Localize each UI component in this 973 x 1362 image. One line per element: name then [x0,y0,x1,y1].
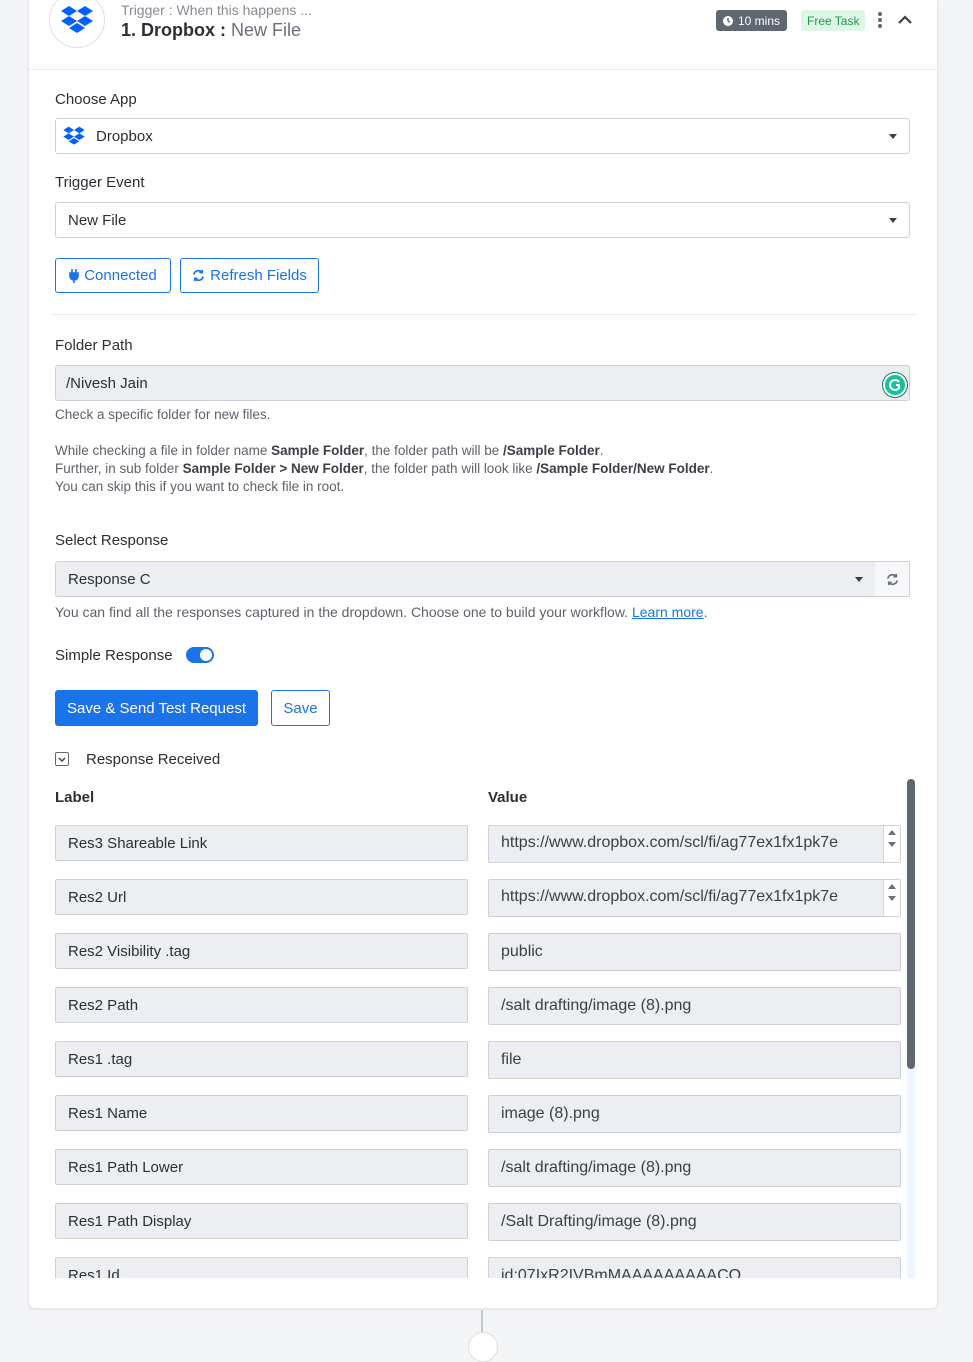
response-value-field[interactable]: /Salt Drafting/image (8).png [488,1203,901,1241]
grammarly-icon[interactable] [883,373,907,397]
select-response-help: You can find all the responses captured … [55,604,708,620]
step-event-name: New File [231,20,302,40]
refresh-icon [886,573,898,585]
dropbox-icon [63,126,85,145]
connected-label: Connected [84,267,157,284]
table-row: Res1 Id id:07IxR2IVBmMAAAAAAAAACQ [29,1252,937,1278]
response-label-field[interactable]: Res1 Name [55,1095,468,1131]
response-label-field[interactable]: Res1 .tag [55,1041,468,1077]
response-value-field[interactable]: public [488,933,901,971]
select-response-label: Select Response [55,532,169,549]
table-row: Res2 Url https://www.dropbox.com/scl/fi/… [29,874,937,928]
table-row: Res2 Path /salt drafting/image (8).png [29,982,937,1036]
more-options-icon[interactable] [875,11,885,31]
simple-response-label: Simple Response [55,647,173,664]
response-label-field[interactable]: Res1 Path Lower [55,1149,468,1185]
caret-down-icon [889,218,897,223]
response-value-field[interactable]: image (8).png [488,1095,901,1133]
response-label-field[interactable]: Res3 Shareable Link [55,825,468,861]
table-row: Res3 Shareable Link https://www.dropbox.… [29,820,937,874]
trigger-step-card: Trigger : When this happens ... 1. Dropb… [28,0,938,1309]
folder-path-value: /Nivesh Jain [66,374,148,392]
refresh-icon [193,269,205,282]
duration-text: 10 mins [738,13,781,28]
section-divider [51,314,917,315]
table-row: Res1 .tag file [29,1036,937,1090]
refresh-fields-label: Refresh Fields [210,267,307,284]
stepper-arrows-icon[interactable] [883,826,900,862]
column-header-label: Label [55,789,95,806]
plug-icon [69,268,80,283]
dropbox-logo-icon [49,0,105,48]
table-row: Res1 Name image (8).png [29,1090,937,1144]
caret-down-icon [855,577,863,582]
clock-icon [723,15,733,26]
table-row: Res1 Path Display /Salt Drafting/image (… [29,1198,937,1252]
folder-path-input[interactable]: /Nivesh Jain [55,365,910,401]
trigger-caption: Trigger : When this happens ... [121,2,312,18]
trigger-event-label: Trigger Event [55,174,145,191]
refresh-fields-button[interactable]: Refresh Fields [180,258,319,293]
chevron-down-icon [58,757,66,763]
choose-app-value: Dropbox [96,127,153,145]
folder-path-example-2: Further, in sub folder Sample Folder > N… [55,461,714,476]
free-task-badge: Free Task [801,10,866,31]
add-step-button[interactable] [468,1332,498,1362]
folder-path-example-1: While checking a file in folder name Sam… [55,443,604,458]
step-title: 1. Dropbox : New File [121,20,301,41]
save-button[interactable]: Save [271,690,330,726]
chevron-up-icon[interactable] [895,10,915,30]
response-fields-list: Res3 Shareable Link https://www.dropbox.… [29,820,937,1278]
response-received-label: Response Received [86,751,221,768]
response-received-toggle[interactable] [55,752,69,766]
folder-path-root-note: You can skip this if you want to check f… [55,479,345,494]
select-response-value: Response C [68,570,151,588]
response-value-field[interactable]: /salt drafting/image (8).png [488,987,901,1025]
response-label-field[interactable]: Res2 Url [55,879,468,915]
step-header[interactable]: Trigger : When this happens ... 1. Dropb… [29,0,937,70]
response-value-field[interactable]: id:07IxR2IVBmMAAAAAAAAACQ [488,1257,901,1278]
table-row: Res1 Path Lower /salt drafting/image (8)… [29,1144,937,1198]
save-send-test-button[interactable]: Save & Send Test Request [55,690,258,726]
duration-badge: 10 mins [716,10,788,31]
response-value-field[interactable]: https://www.dropbox.com/scl/fi/ag77ex1fx… [488,879,901,917]
caret-down-icon [889,134,897,139]
simple-response-toggle[interactable] [186,647,214,663]
stepper-arrows-icon[interactable] [883,880,900,916]
response-label-field[interactable]: Res1 Path Display [55,1203,468,1239]
column-header-value: Value [488,789,528,806]
learn-more-link[interactable]: Learn more [632,604,704,620]
trigger-event-value: New File [68,211,127,229]
response-label-field[interactable]: Res2 Visibility .tag [55,933,468,969]
connected-button[interactable]: Connected [55,258,171,293]
folder-path-help: Check a specific folder for new files. [55,407,271,422]
select-response-dropdown[interactable]: Response C [55,561,876,597]
table-row: Res2 Visibility .tag public [29,928,937,982]
response-value-field[interactable]: https://www.dropbox.com/scl/fi/ag77ex1fx… [488,825,901,863]
refresh-responses-button[interactable] [875,561,910,597]
trigger-event-select[interactable]: New File [55,202,910,238]
response-value-field[interactable]: file [488,1041,901,1079]
step-app-name: 1. Dropbox : [121,20,232,40]
folder-path-label: Folder Path [55,337,133,354]
response-label-field[interactable]: Res1 Id [55,1257,468,1278]
choose-app-label: Choose App [55,91,137,108]
response-label-field[interactable]: Res2 Path [55,987,468,1023]
response-value-field[interactable]: /salt drafting/image (8).png [488,1149,901,1187]
choose-app-select[interactable]: Dropbox [55,118,910,154]
